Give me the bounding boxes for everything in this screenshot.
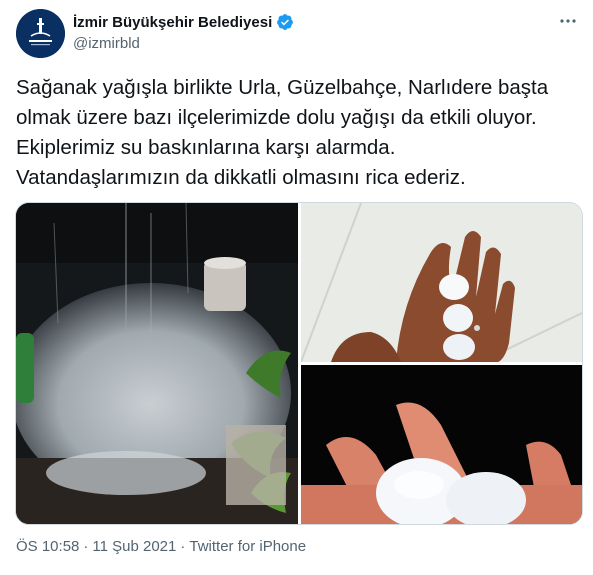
- meta-separator: ·: [83, 538, 89, 555]
- tweet-meta: ÖS 10:58 · 11 Şub 2021 · Twitter for iPh…: [16, 538, 306, 555]
- name-row: İzmir Büyükşehir Belediyesi: [73, 12, 294, 32]
- handle[interactable]: @izmirbld: [73, 35, 294, 52]
- avatar[interactable]: [16, 9, 65, 58]
- tweet-line: Ekiplerimiz su baskınlarına karşı alarmd…: [16, 136, 396, 159]
- tweet: İzmir Büyükşehir Belediyesi @izmirbld Sa…: [0, 0, 593, 575]
- tweet-line: Sağanak yağışla birlikte Urla, Güzelbahç…: [16, 76, 549, 99]
- verified-badge-icon: [277, 14, 294, 30]
- author-block: İzmir Büyükşehir Belediyesi @izmirbld: [73, 12, 294, 52]
- tweet-line: olmak üzere bazı ilçelerimizde dolu yağı…: [16, 106, 537, 129]
- photo-hand-hailstones[interactable]: [301, 203, 582, 362]
- tweet-text: Sağanak yağışla birlikte Urla, Güzelbahç…: [16, 73, 584, 193]
- tweet-line: Vatandaşlarımızın da dikkatli olmasını r…: [16, 166, 466, 189]
- media-grid: [15, 202, 583, 525]
- photo-large-hailstones[interactable]: [301, 365, 582, 524]
- meta-separator: ·: [180, 538, 186, 555]
- photo-hail-garden[interactable]: [16, 203, 298, 524]
- izmir-logo-icon: [16, 9, 65, 58]
- more-horizontal-icon: [560, 19, 576, 23]
- tweet-date[interactable]: 11 Şub 2021: [92, 538, 176, 555]
- more-options-button[interactable]: [557, 10, 579, 32]
- tweet-source-link[interactable]: Twitter for iPhone: [189, 538, 306, 555]
- tweet-time[interactable]: ÖS 10:58: [16, 538, 79, 555]
- display-name[interactable]: İzmir Büyükşehir Belediyesi: [73, 14, 272, 31]
